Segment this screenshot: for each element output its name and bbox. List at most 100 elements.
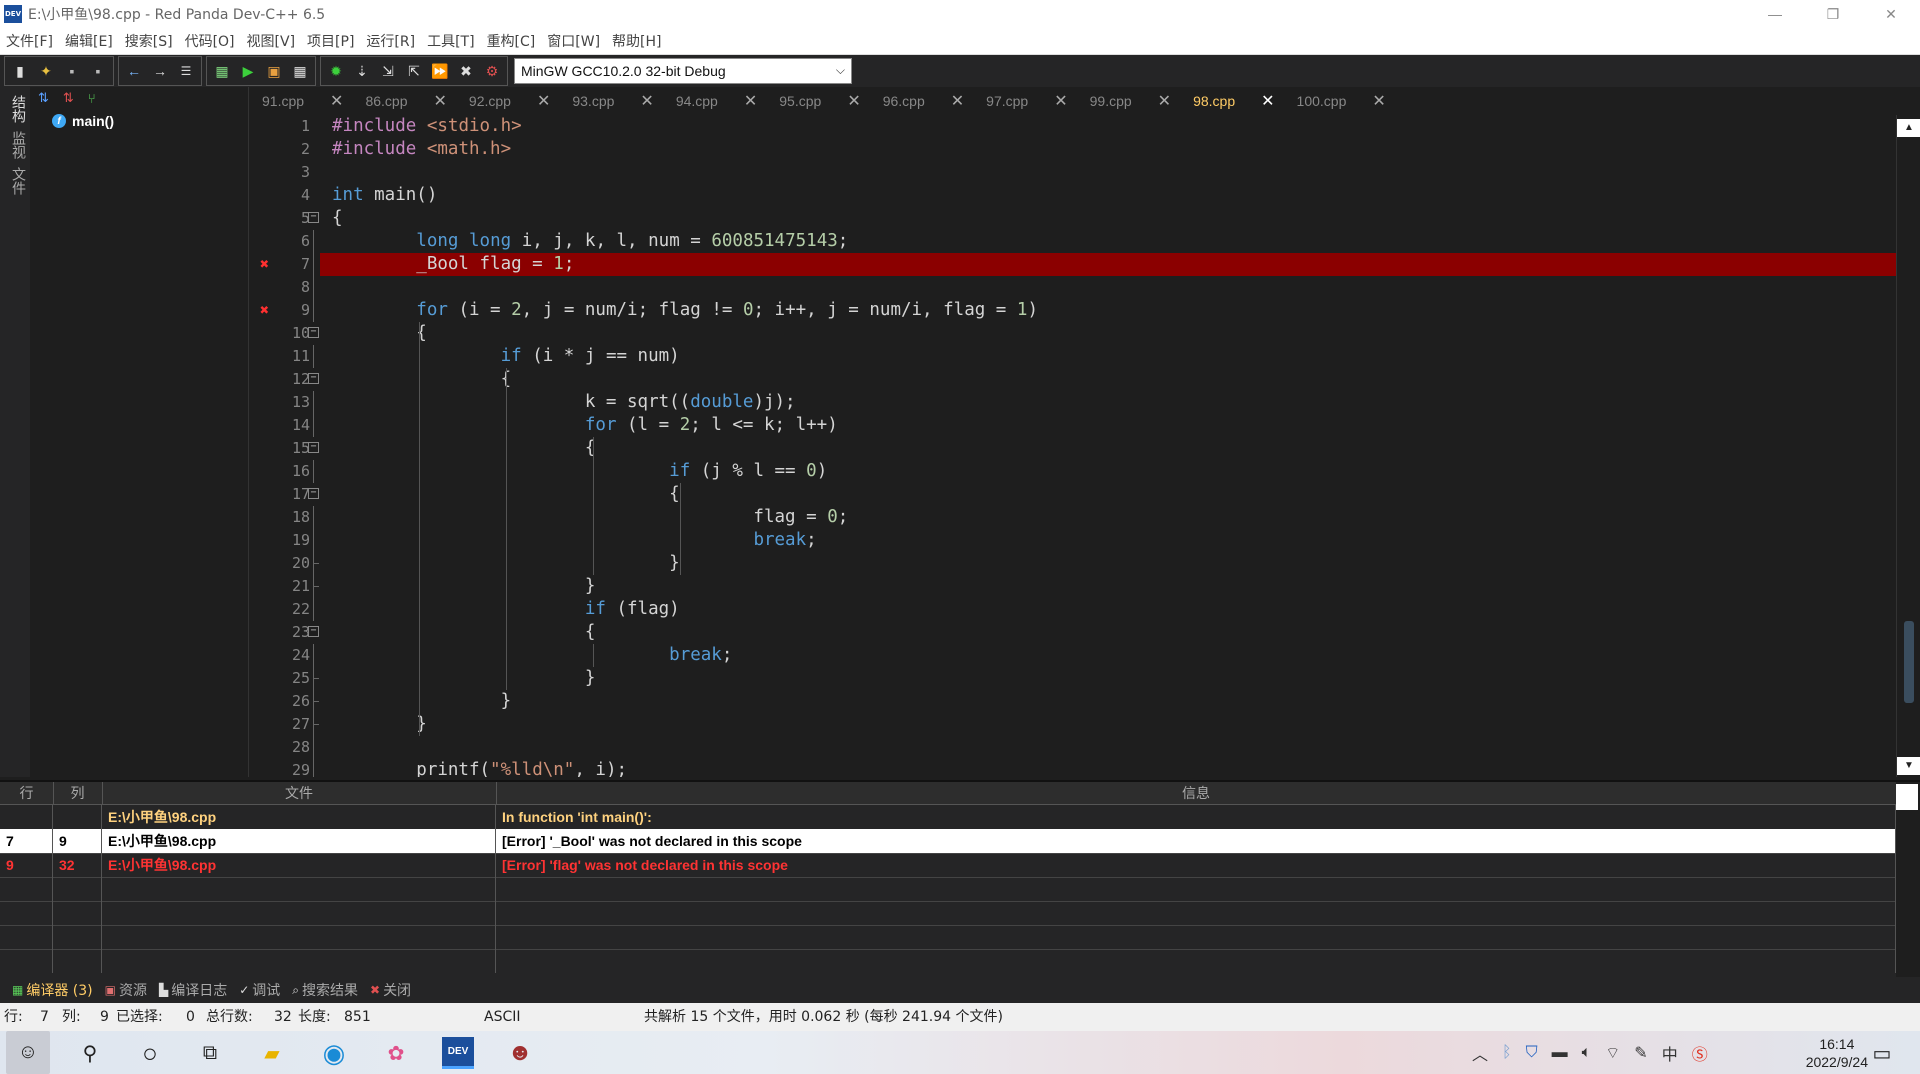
tab-debug[interactable]: ✓ 调试: [239, 980, 280, 1000]
format-icon[interactable]: ☰: [173, 59, 199, 83]
code-line[interactable]: 3: [250, 161, 1896, 184]
code-line[interactable]: 28: [250, 736, 1896, 759]
tab-file[interactable]: 96.cpp ✕: [871, 87, 974, 115]
code-line[interactable]: 24 break;: [250, 644, 1896, 667]
close-tab-icon[interactable]: ✕: [1054, 91, 1067, 111]
tab-file[interactable]: 94.cpp ✕: [664, 87, 767, 115]
code-line[interactable]: 6 long long i, j, k, l, num = 6008514751…: [250, 230, 1896, 253]
code-line[interactable]: 10− {: [250, 322, 1896, 345]
code-line[interactable]: 15− {: [250, 437, 1896, 460]
tab-search-results[interactable]: ⌕ 搜索结果: [292, 980, 358, 1000]
file-explorer-icon[interactable]: ▰: [256, 1037, 288, 1069]
close-tab-icon[interactable]: ✕: [847, 91, 860, 111]
scroll-up-icon[interactable]: ▲: [1897, 119, 1920, 137]
menu-window[interactable]: 窗口[W]: [547, 31, 600, 51]
code-line[interactable]: 1 #include <stdio.h>: [250, 115, 1896, 138]
close-tab-icon[interactable]: ✕: [330, 91, 343, 111]
close-tab-icon[interactable]: ✕: [640, 91, 653, 111]
error-marker-icon[interactable]: ✖: [260, 253, 269, 276]
close-tab-icon[interactable]: ✕: [744, 91, 757, 111]
back-icon[interactable]: ←: [121, 59, 147, 83]
tab-file[interactable]: 95.cpp ✕: [767, 87, 870, 115]
close-tab-icon[interactable]: ✕: [1372, 91, 1385, 111]
compile-run-icon[interactable]: ▣: [261, 59, 287, 83]
open-file-icon[interactable]: ✦: [33, 59, 59, 83]
editor-scrollbar[interactable]: ▲ ▼: [1896, 115, 1920, 777]
tab-compile-log[interactable]: ▙ 编译日志: [159, 980, 227, 1000]
code-line[interactable]: 21 }: [250, 575, 1896, 598]
tab-compiler[interactable]: ▦ 编译器 (3): [12, 980, 93, 1000]
tab-file[interactable]: 86.cpp ✕: [353, 87, 456, 115]
col-header-file[interactable]: 文件: [102, 782, 497, 804]
menu-tools[interactable]: 工具[T]: [427, 31, 474, 51]
task-view-icon[interactable]: ⧉: [194, 1037, 226, 1069]
chevron-up-icon[interactable]: ︿: [1472, 1041, 1488, 1065]
close-tab-icon[interactable]: ✕: [1261, 91, 1274, 111]
edge-icon[interactable]: ◉: [318, 1037, 350, 1069]
cortana-icon[interactable]: ○: [134, 1037, 166, 1069]
clock[interactable]: 16:14 2022/9/24: [1806, 1035, 1868, 1071]
run-icon[interactable]: ▶: [235, 59, 261, 83]
code-line[interactable]: 17− {: [250, 483, 1896, 506]
col-header-col[interactable]: 列: [53, 782, 103, 804]
notification-icon[interactable]: ▭: [1866, 1037, 1898, 1069]
compile-icon[interactable]: ▦: [209, 59, 235, 83]
code-line[interactable]: 29 printf("%lld\n", i);: [250, 759, 1896, 777]
code-line[interactable]: 27 }: [250, 713, 1896, 736]
messages-scrollbar[interactable]: [1896, 782, 1920, 979]
message-row[interactable]: 9 32 E:\小甲鱼\98.cpp [Error] 'flag' was no…: [0, 853, 1896, 878]
volume-icon[interactable]: 🔈︎: [1582, 1044, 1592, 1062]
messages-scroll-box[interactable]: [1896, 784, 1918, 810]
code-line[interactable]: 22 if (flag): [250, 598, 1896, 621]
forward-icon[interactable]: →: [147, 59, 173, 83]
menu-edit[interactable]: 编辑[E]: [65, 31, 113, 51]
tab-watch[interactable]: 监视: [8, 131, 28, 159]
step-over-icon[interactable]: ⇣: [349, 59, 375, 83]
shield-icon[interactable]: ⛉: [1526, 1044, 1538, 1062]
menu-help[interactable]: 帮助[H]: [612, 31, 661, 51]
col-header-info[interactable]: 信息: [496, 782, 1897, 804]
step-into-icon[interactable]: ⇲: [375, 59, 401, 83]
tab-file[interactable]: 100.cpp ✕: [1285, 87, 1396, 115]
step-out-icon[interactable]: ⇱: [401, 59, 427, 83]
tab-file[interactable]: 91.cpp ✕: [250, 87, 353, 115]
close-tab-icon[interactable]: ✕: [1158, 91, 1171, 111]
tab-file[interactable]: 99.cpp ✕: [1078, 87, 1181, 115]
scroll-thumb[interactable]: [1904, 621, 1914, 703]
show-inherited-icon[interactable]: ⑂: [88, 91, 96, 106]
code-line[interactable]: 20 }: [250, 552, 1896, 575]
menu-refactor[interactable]: 重构[C]: [487, 31, 536, 51]
tab-file[interactable]: 92.cpp ✕: [457, 87, 560, 115]
code-line[interactable]: 2 #include <math.h>: [250, 138, 1896, 161]
tab-structure[interactable]: 结构: [8, 95, 28, 123]
code-line[interactable]: 13 k = sqrt((double)j);: [250, 391, 1896, 414]
code-editor[interactable]: 1 #include <stdio.h> 2 #include <math.h> 3 4 i…: [250, 115, 1896, 777]
tab-file[interactable]: 98.cpp ✕: [1181, 87, 1284, 115]
code-line[interactable]: 9 ✖ for (i = 2, j = num/i; flag != 0; i++…: [250, 299, 1896, 322]
col-header-row[interactable]: 行: [0, 782, 54, 804]
message-row[interactable]: E:\小甲鱼\98.cpp In function 'int main()':: [0, 805, 1896, 830]
close-tab-icon[interactable]: ✕: [951, 91, 964, 111]
rebuild-icon[interactable]: ▦: [287, 59, 313, 83]
menu-search[interactable]: 搜索[S]: [125, 31, 173, 51]
compiler-select[interactable]: MinGW GCC10.2.0 32-bit Debug ⌵: [514, 58, 852, 84]
menu-view[interactable]: 视图[V]: [247, 31, 296, 51]
devcpp-taskbar-icon[interactable]: DEV: [442, 1037, 474, 1069]
app-s-icon[interactable]: Ⓢ: [1692, 1041, 1708, 1065]
sort-by-type-icon[interactable]: ⇅: [38, 90, 49, 106]
avatar-icon[interactable]: ☺: [6, 1031, 50, 1074]
continue-icon[interactable]: ⏩: [427, 59, 453, 83]
close-tab-icon[interactable]: ✕: [434, 91, 447, 111]
code-line[interactable]: 18 flag = 0;: [250, 506, 1896, 529]
new-file-icon[interactable]: ▮: [7, 59, 33, 83]
tab-files[interactable]: 文件: [8, 167, 28, 195]
close-tab-icon[interactable]: ✕: [537, 91, 550, 111]
tab-file[interactable]: 93.cpp ✕: [560, 87, 663, 115]
tab-close[interactable]: ✖ 关闭: [370, 980, 411, 1000]
wifi-icon[interactable]: ⌔: [1605, 1043, 1620, 1063]
menu-code[interactable]: 代码[O]: [185, 31, 235, 51]
ime-label[interactable]: 中: [1662, 1041, 1678, 1065]
code-line[interactable]: 5−{: [250, 207, 1896, 230]
pen-icon[interactable]: ✎: [1634, 1043, 1647, 1063]
code-line[interactable]: 16 if (j % l == 0): [250, 460, 1896, 483]
